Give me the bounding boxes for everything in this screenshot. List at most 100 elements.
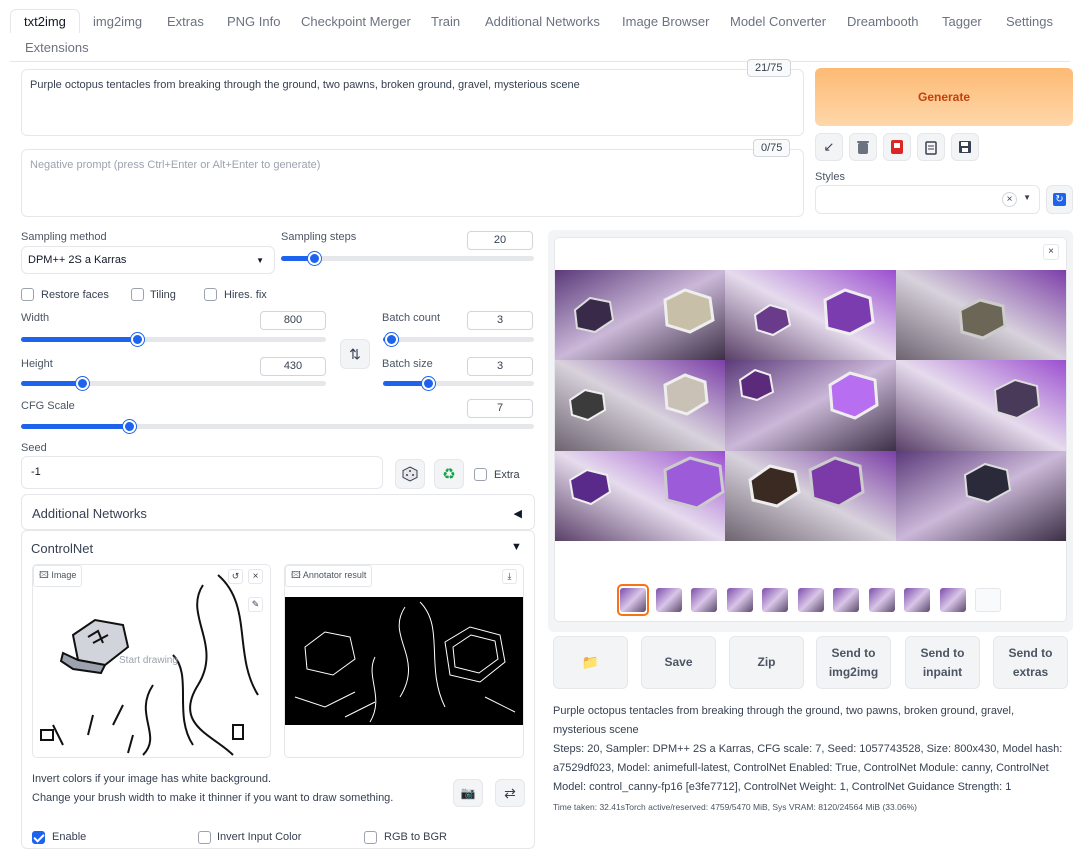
tab-png-info[interactable]: PNG Info (227, 14, 280, 29)
download-icon[interactable]: ⤓ (502, 569, 517, 584)
annotator-result-image (285, 597, 523, 725)
gallery-thumbnail[interactable] (727, 588, 753, 612)
annotator-result-panel (284, 564, 524, 758)
width-slider[interactable] (21, 333, 326, 346)
batch-size-slider[interactable] (383, 377, 534, 390)
sampling-steps-input[interactable]: 20 (467, 231, 533, 250)
apply-style-button[interactable] (917, 133, 945, 161)
open-folder-button[interactable]: 📁 (553, 636, 628, 689)
save-button[interactable]: Save (641, 636, 716, 689)
tab-settings[interactable]: Settings (1006, 14, 1053, 29)
batch-size-input[interactable]: 3 (467, 357, 533, 376)
gallery-thumbnail[interactable] (798, 588, 824, 612)
styles-dropdown[interactable]: × ▼ (815, 185, 1040, 214)
enable-label: Enable (52, 831, 87, 843)
gallery-thumbnail[interactable] (904, 588, 930, 612)
tab-tagger[interactable]: Tagger (942, 14, 982, 29)
swap-button[interactable]: ⇄ (495, 779, 525, 807)
height-label: Height (21, 358, 53, 370)
tab-extras[interactable]: Extras (167, 14, 204, 29)
send-to-inpaint-button[interactable]: Send to inpaint (905, 636, 980, 689)
save-label: Save (664, 655, 693, 669)
refresh-icon: ↻ (1053, 193, 1066, 206)
gallery-thumbnail[interactable] (869, 588, 895, 612)
zip-button[interactable]: Zip (729, 636, 804, 689)
clear-styles-icon[interactable]: × (1002, 192, 1017, 207)
enable-checkbox[interactable] (32, 831, 45, 844)
undo-icon[interactable]: ↺ (228, 569, 243, 584)
restore-faces-checkbox[interactable] (21, 288, 34, 301)
annotator-label: 🖾 Annotator result (285, 565, 373, 587)
gallery-thumbnail[interactable] (656, 588, 682, 612)
invert-input-color-checkbox[interactable] (198, 831, 211, 844)
sampling-method-dropdown[interactable]: DPM++ 2S a Karras ▼ (21, 246, 275, 274)
tab-additional-networks[interactable]: Additional Networks (485, 14, 600, 29)
batch-count-slider[interactable] (383, 333, 534, 346)
additional-networks-title: Additional Networks (32, 506, 147, 521)
generated-grid-image (555, 270, 1066, 541)
tab-dreambooth[interactable]: Dreambooth (847, 14, 919, 29)
tab-extensions[interactable]: Extensions (25, 40, 89, 55)
gallery-thumbnail[interactable] (940, 588, 966, 612)
tab-model-converter[interactable]: Model Converter (730, 14, 826, 29)
close-icon[interactable]: × (248, 569, 263, 584)
height-input[interactable]: 430 (260, 357, 326, 376)
sampling-steps-slider[interactable] (281, 252, 534, 265)
floppy-disk-icon (959, 141, 971, 153)
chevron-down-icon: ▼ (1023, 193, 1031, 202)
gallery-thumbnail[interactable] (762, 588, 788, 612)
expand-down-icon[interactable]: ▼ (511, 541, 522, 553)
tab-txt2img[interactable]: txt2img (10, 9, 80, 33)
hires-fix-checkbox[interactable] (204, 288, 217, 301)
gallery-thumbnail-controlnet-map[interactable] (975, 588, 1001, 612)
save-style-button[interactable] (951, 133, 979, 161)
brush-icon[interactable]: ✎ (248, 597, 263, 612)
rgb-to-bgr-checkbox[interactable] (364, 831, 377, 844)
card-icon (891, 140, 903, 154)
hires-fix-label: Hires. fix (224, 289, 267, 301)
tab-train[interactable]: Train (431, 14, 460, 29)
gallery-main-image[interactable] (555, 270, 1066, 541)
controlnet-image-canvas[interactable]: Start drawing (32, 564, 271, 758)
tab-img2img[interactable]: img2img (93, 14, 142, 29)
negative-prompt-placeholder: Negative prompt (press Ctrl+Enter or Alt… (30, 159, 321, 171)
random-seed-button[interactable] (395, 459, 425, 489)
extra-seed-checkbox[interactable] (474, 468, 487, 481)
swap-vertical-icon: ⇅ (349, 345, 361, 362)
clear-prompt-button[interactable] (849, 133, 877, 161)
gallery-thumbnail[interactable] (833, 588, 859, 612)
gallery-thumbnail[interactable] (691, 588, 717, 612)
cfg-scale-slider[interactable] (21, 420, 534, 433)
negative-prompt-input[interactable]: Negative prompt (press Ctrl+Enter or Alt… (21, 149, 804, 217)
send-to-img2img-button[interactable]: Send to img2img (816, 636, 891, 689)
batch-size-label: Batch size (382, 358, 433, 370)
send-to-extras-button[interactable]: Send to extras (993, 636, 1068, 689)
additional-networks-accordion[interactable]: Additional Networks ◀ (21, 494, 535, 530)
prompt-text: Purple octopus tentacles from breaking t… (30, 79, 580, 91)
cfg-scale-input[interactable]: 7 (467, 399, 533, 418)
height-slider[interactable] (21, 377, 326, 390)
refresh-styles-button[interactable]: ↻ (1046, 185, 1073, 214)
sampling-steps-label: Sampling steps (281, 231, 357, 243)
seed-input[interactable]: -1 (21, 456, 383, 489)
tab-image-browser[interactable]: Image Browser (622, 14, 709, 29)
camera-button[interactable]: 📷 (453, 779, 483, 807)
gallery-thumbnail[interactable] (620, 588, 646, 612)
prompt-token-counter: 21/75 (747, 59, 791, 77)
batch-count-input[interactable]: 3 (467, 311, 533, 330)
rgb-to-bgr-label: RGB to BGR (384, 831, 447, 843)
close-gallery-icon[interactable]: × (1043, 244, 1059, 260)
generate-button[interactable]: Generate (815, 68, 1073, 126)
recycle-icon: ♻ (442, 466, 456, 483)
show-extra-networks-button[interactable] (883, 133, 911, 161)
width-input[interactable]: 800 (260, 311, 326, 330)
read-params-button[interactable]: ↙ (815, 133, 843, 161)
tab-checkpoint-merger[interactable]: Checkpoint Merger (301, 14, 411, 29)
swap-dimensions-button[interactable]: ⇅ (340, 339, 370, 369)
prompt-input[interactable]: Purple octopus tentacles from breaking t… (21, 69, 804, 136)
restore-faces-label: Restore faces (41, 289, 109, 301)
sampling-method-value: DPM++ 2S a Karras (28, 254, 127, 266)
tiling-checkbox[interactable] (131, 288, 144, 301)
reuse-seed-button[interactable]: ♻ (434, 459, 464, 489)
image-icon: 🖾 (291, 570, 301, 580)
